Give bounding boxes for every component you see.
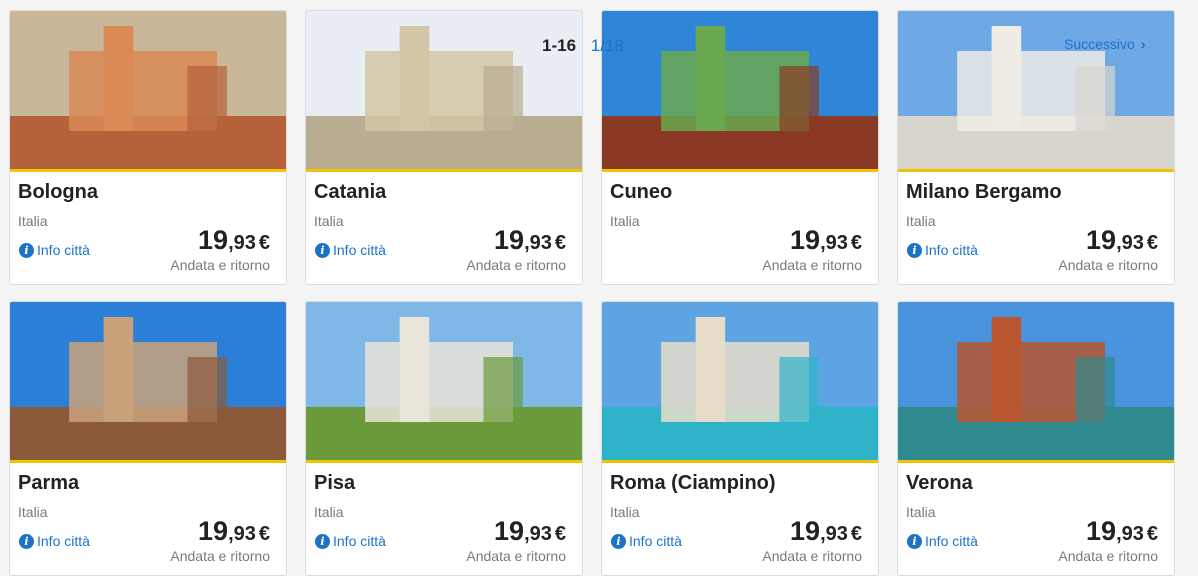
price-currency: € bbox=[258, 523, 270, 545]
country-name: Italia bbox=[906, 504, 936, 520]
country-name: Italia bbox=[18, 213, 48, 229]
price-integer: 19 bbox=[1086, 225, 1117, 255]
city-info-label: Info città bbox=[925, 533, 978, 549]
country-name: Italia bbox=[314, 213, 344, 229]
trip-type: Andata e ritorno bbox=[466, 257, 566, 273]
price-integer: 19 bbox=[494, 225, 525, 255]
country-name: Italia bbox=[610, 504, 640, 520]
info-icon: i bbox=[19, 242, 34, 258]
trip-type: Andata e ritorno bbox=[170, 257, 270, 273]
city-name: Milano Bergamo bbox=[906, 181, 1062, 203]
city-info-link[interactable]: i Info città bbox=[19, 242, 90, 258]
price-decimal: ,93 bbox=[524, 523, 552, 545]
trip-type: Andata e ritorno bbox=[1058, 257, 1158, 273]
city-info-label: Info città bbox=[333, 242, 386, 258]
trip-type: Andata e ritorno bbox=[762, 548, 862, 564]
price-currency: € bbox=[258, 232, 270, 254]
info-icon: i bbox=[315, 242, 330, 258]
city-name: Verona bbox=[906, 472, 973, 494]
price: 19,93 € bbox=[1086, 225, 1158, 256]
city-info-label: Info città bbox=[925, 242, 978, 258]
price-integer: 19 bbox=[198, 225, 229, 255]
city-info-link[interactable]: i Info città bbox=[611, 533, 682, 549]
city-name: Bologna bbox=[18, 181, 98, 203]
price-integer: 19 bbox=[494, 516, 525, 546]
price-integer: 19 bbox=[1086, 516, 1117, 546]
city-info-link[interactable]: i Info città bbox=[907, 242, 978, 258]
price-decimal: ,93 bbox=[228, 523, 256, 545]
price-decimal: ,93 bbox=[820, 232, 848, 254]
trip-type: Andata e ritorno bbox=[762, 257, 862, 273]
price-currency: € bbox=[850, 523, 862, 545]
price: 19,93 € bbox=[494, 225, 566, 256]
price-integer: 19 bbox=[198, 516, 229, 546]
chevron-right-icon: › bbox=[1140, 36, 1146, 52]
price-decimal: ,93 bbox=[1116, 523, 1144, 545]
country-name: Italia bbox=[906, 213, 936, 229]
price-decimal: ,93 bbox=[228, 232, 256, 254]
destination-card[interactable]: Parma Italia i Info città 19,93 € Andata e rit… bbox=[9, 301, 287, 576]
pagination-more-link[interactable]: 1/18 bbox=[591, 36, 624, 55]
price-currency: € bbox=[1146, 523, 1158, 545]
city-photo bbox=[10, 11, 286, 172]
info-icon: i bbox=[907, 242, 922, 258]
price: 19,93 € bbox=[790, 516, 862, 547]
next-page-link[interactable]: Successivo › bbox=[1064, 36, 1145, 52]
city-info-label: Info città bbox=[333, 533, 386, 549]
price: 19,93 € bbox=[198, 516, 270, 547]
country-name: Italia bbox=[610, 213, 640, 229]
city-photo bbox=[898, 302, 1174, 463]
price-integer: 19 bbox=[790, 516, 821, 546]
city-info-label: Info città bbox=[37, 242, 90, 258]
country-name: Italia bbox=[18, 504, 48, 520]
price: 19,93 € bbox=[198, 225, 270, 256]
trip-type: Andata e ritorno bbox=[170, 548, 270, 564]
country-name: Italia bbox=[314, 504, 344, 520]
city-name: Pisa bbox=[314, 472, 356, 494]
price-decimal: ,93 bbox=[524, 232, 552, 254]
destinations-grid: Bologna Italia i Info città 19,93 € Andata e r… bbox=[9, 10, 1177, 576]
city-info-link[interactable]: i Info città bbox=[315, 533, 386, 549]
pagination-range-label: 1-16 bbox=[542, 36, 577, 55]
next-page-label: Successivo bbox=[1064, 36, 1135, 52]
city-photo bbox=[306, 11, 582, 172]
trip-type: Andata e ritorno bbox=[466, 548, 566, 564]
city-name: Cuneo bbox=[610, 181, 673, 203]
pagination-range: 1-16 1/18 bbox=[542, 36, 624, 56]
price: 19,93 € bbox=[790, 225, 862, 256]
destination-card[interactable]: Verona Italia i Info città 19,93 € Andata e ri… bbox=[897, 301, 1175, 576]
price: 19,93 € bbox=[494, 516, 566, 547]
city-info-link[interactable]: i Info città bbox=[907, 533, 978, 549]
city-info-link[interactable]: i Info città bbox=[19, 533, 90, 549]
info-icon: i bbox=[315, 533, 330, 549]
city-photo bbox=[10, 302, 286, 463]
city-name: Roma (Ciampino) bbox=[610, 472, 776, 494]
info-icon: i bbox=[611, 533, 626, 549]
price: 19,93 € bbox=[1086, 516, 1158, 547]
destination-card[interactable]: Cuneo Italia 19,93 € Andata e ritorno bbox=[601, 10, 879, 285]
price-currency: € bbox=[1146, 232, 1158, 254]
price-integer: 19 bbox=[790, 225, 821, 255]
city-photo bbox=[602, 11, 878, 172]
destination-card[interactable]: Roma (Ciampino) Italia i Info città 19,93 € An… bbox=[601, 301, 879, 576]
price-decimal: ,93 bbox=[820, 523, 848, 545]
price-currency: € bbox=[554, 232, 566, 254]
city-name: Catania bbox=[314, 181, 387, 203]
city-photo bbox=[602, 302, 878, 463]
city-info-label: Info città bbox=[629, 533, 682, 549]
destination-card[interactable]: Pisa Italia i Info città 19,93 € Andata e rito… bbox=[305, 301, 583, 576]
city-info-link[interactable]: i Info città bbox=[315, 242, 386, 258]
info-icon: i bbox=[907, 533, 922, 549]
price-decimal: ,93 bbox=[1116, 232, 1144, 254]
price-currency: € bbox=[850, 232, 862, 254]
destination-card[interactable]: Bologna Italia i Info città 19,93 € Andata e r… bbox=[9, 10, 287, 285]
info-icon: i bbox=[19, 533, 34, 549]
trip-type: Andata e ritorno bbox=[1058, 548, 1158, 564]
city-photo bbox=[306, 302, 582, 463]
city-info-label: Info città bbox=[37, 533, 90, 549]
city-name: Parma bbox=[18, 472, 80, 494]
price-currency: € bbox=[554, 523, 566, 545]
